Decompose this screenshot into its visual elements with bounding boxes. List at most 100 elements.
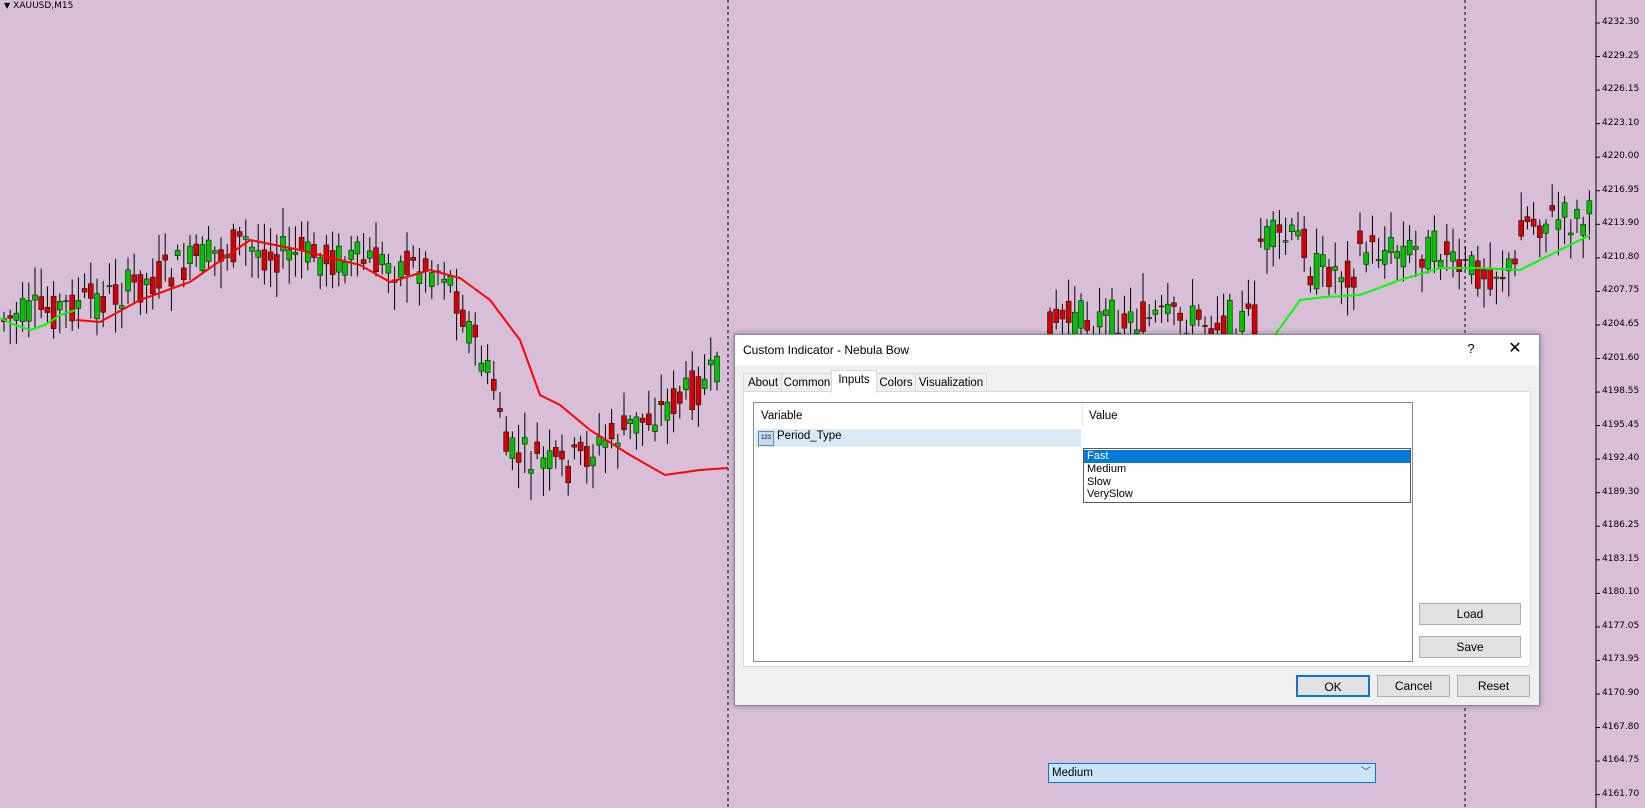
candle-body [212, 250, 218, 254]
chevron-down-icon[interactable]: ﹀ [1361, 764, 1371, 782]
candle-body [1388, 237, 1394, 253]
tab-visualization[interactable]: Visualization [915, 373, 987, 392]
candle-body [422, 258, 429, 272]
candle-body [1344, 260, 1351, 288]
candle-body [112, 284, 119, 305]
variable-cell[interactable]: 123 Period_Type [755, 429, 1081, 447]
candle-body [509, 437, 516, 459]
candle-body [1487, 268, 1493, 290]
candle-body [534, 441, 540, 454]
candle-body [63, 300, 69, 303]
dialog-titlebar[interactable]: Custom Indicator - Nebula Bow ? ✕ [735, 335, 1539, 365]
column-header-value[interactable]: Value [1089, 405, 1118, 427]
candle-body [174, 250, 181, 256]
price-axis-label: 4161.70 [1602, 788, 1640, 799]
candle-body [373, 247, 379, 272]
candle-body [670, 388, 677, 414]
dialog-title: Custom Indicator - Nebula Bow [743, 343, 910, 357]
cancel-button[interactable]: Cancel [1377, 675, 1450, 697]
candle-body [57, 301, 63, 311]
candle-body [1202, 325, 1208, 327]
price-axis-label: 4167.80 [1602, 721, 1640, 732]
candle-body [1140, 301, 1146, 332]
candle-body [75, 300, 82, 309]
price-axis-label: 4226.15 [1602, 84, 1640, 95]
ok-button[interactable]: OK [1296, 675, 1370, 697]
candle-body [1158, 305, 1165, 308]
tab-common[interactable]: Common [781, 373, 833, 392]
candle-body [1165, 303, 1171, 314]
candle-body [311, 244, 317, 258]
period-type-dropdown[interactable]: Fast Medium Slow VerySlow [1083, 448, 1411, 503]
price-axis-label: 4195.45 [1602, 419, 1640, 430]
candle-body [627, 418, 633, 425]
candle-body [1214, 322, 1221, 331]
price-axis-label: 4173.95 [1602, 654, 1640, 665]
table-row[interactable]: 123 Period_Type [755, 429, 1410, 447]
candle-body [1475, 260, 1481, 289]
candle-body [478, 362, 485, 372]
candle-body [50, 295, 57, 329]
candle-body [162, 254, 168, 261]
candle-body [472, 324, 478, 338]
candle-body [1121, 313, 1128, 329]
column-separator[interactable] [1082, 403, 1083, 427]
inputs-grid[interactable]: Variable Value 123 Period_Type [753, 402, 1413, 662]
dropdown-option-medium[interactable]: Medium [1084, 463, 1410, 476]
price-axis-label: 4229.25 [1602, 50, 1640, 61]
value-combobox[interactable]: Medium ﹀ [1048, 763, 1376, 783]
candle-body [274, 254, 280, 273]
help-button[interactable]: ? [1461, 339, 1481, 359]
tab-inputs[interactable]: Inputs [831, 370, 877, 393]
candle-body [249, 246, 255, 252]
save-button[interactable]: Save [1419, 636, 1521, 658]
dropdown-option-veryslow[interactable]: VerySlow [1084, 488, 1410, 501]
dropdown-option-fast[interactable]: Fast [1084, 450, 1410, 463]
candle-body [677, 391, 683, 404]
price-axis-label: 4164.75 [1602, 755, 1640, 766]
candle-body [546, 450, 553, 469]
candle-body [410, 257, 416, 261]
candle-body [1518, 220, 1524, 237]
candle-body [708, 359, 714, 366]
candle-body [88, 283, 94, 299]
reset-button[interactable]: Reset [1457, 675, 1530, 697]
price-axis-label: 4213.90 [1602, 218, 1640, 229]
candle-body [1499, 276, 1506, 280]
price-axis-label: 4223.10 [1602, 117, 1640, 128]
candle-body [658, 401, 664, 405]
candle-body [1146, 317, 1152, 320]
candle-body [1530, 218, 1537, 227]
candle-body [571, 444, 578, 448]
candle-body [1338, 277, 1345, 283]
tab-about[interactable]: About [743, 373, 783, 392]
candle-body [621, 415, 627, 430]
candle-body [156, 261, 162, 289]
candle-body [1394, 251, 1400, 259]
candle-body [515, 452, 522, 463]
candle-body [94, 293, 100, 320]
candle-body [1561, 202, 1568, 218]
candle-body [1450, 251, 1456, 262]
candle-body [1512, 258, 1518, 265]
candle-body [1431, 230, 1438, 262]
candle-body [100, 296, 106, 313]
price-axis-label: 4186.25 [1602, 520, 1640, 531]
candle-body [664, 401, 671, 421]
close-button[interactable]: ✕ [1503, 339, 1527, 359]
candle-body [199, 244, 206, 271]
tab-colors[interactable]: Colors [875, 373, 917, 392]
price-axis-label: 4216.95 [1602, 184, 1640, 195]
column-header-variable[interactable]: Variable [761, 405, 802, 427]
candle-body [689, 370, 695, 411]
candle-body [491, 378, 497, 391]
collapse-triangle-icon[interactable]: ▼ [4, 1, 10, 10]
candle-body [522, 437, 528, 445]
candle-body [1059, 309, 1066, 320]
price-axis-label: 4177.05 [1602, 620, 1640, 631]
load-button[interactable]: Load [1419, 603, 1521, 625]
candle-body [1078, 300, 1084, 329]
chart-symbol-label: ▼ XAUUSD,M15 [4, 1, 73, 11]
candle-body [1382, 249, 1388, 265]
candle-body [460, 309, 466, 327]
